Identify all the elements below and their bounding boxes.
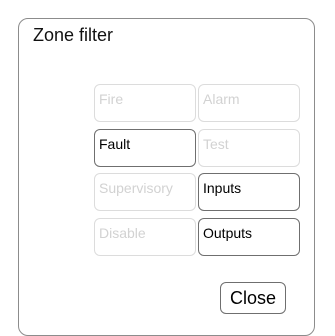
filter-outputs-button[interactable]: Outputs [198, 218, 300, 256]
filter-supervisory-button[interactable]: Supervisory [94, 173, 196, 211]
filter-disable-button[interactable]: Disable [94, 218, 196, 256]
filter-inputs-button[interactable]: Inputs [198, 173, 300, 211]
filter-test-button[interactable]: Test [198, 129, 300, 167]
close-button[interactable]: Close [220, 282, 286, 314]
filter-fault-button[interactable]: Fault [94, 129, 196, 167]
filter-alarm-button[interactable]: Alarm [198, 84, 300, 122]
dialog-title: Zone filter [33, 25, 114, 45]
filter-fire-button[interactable]: Fire [94, 84, 196, 122]
zone-filter-dialog: Zone filter Fire Alarm Fault Test Superv… [18, 18, 315, 336]
